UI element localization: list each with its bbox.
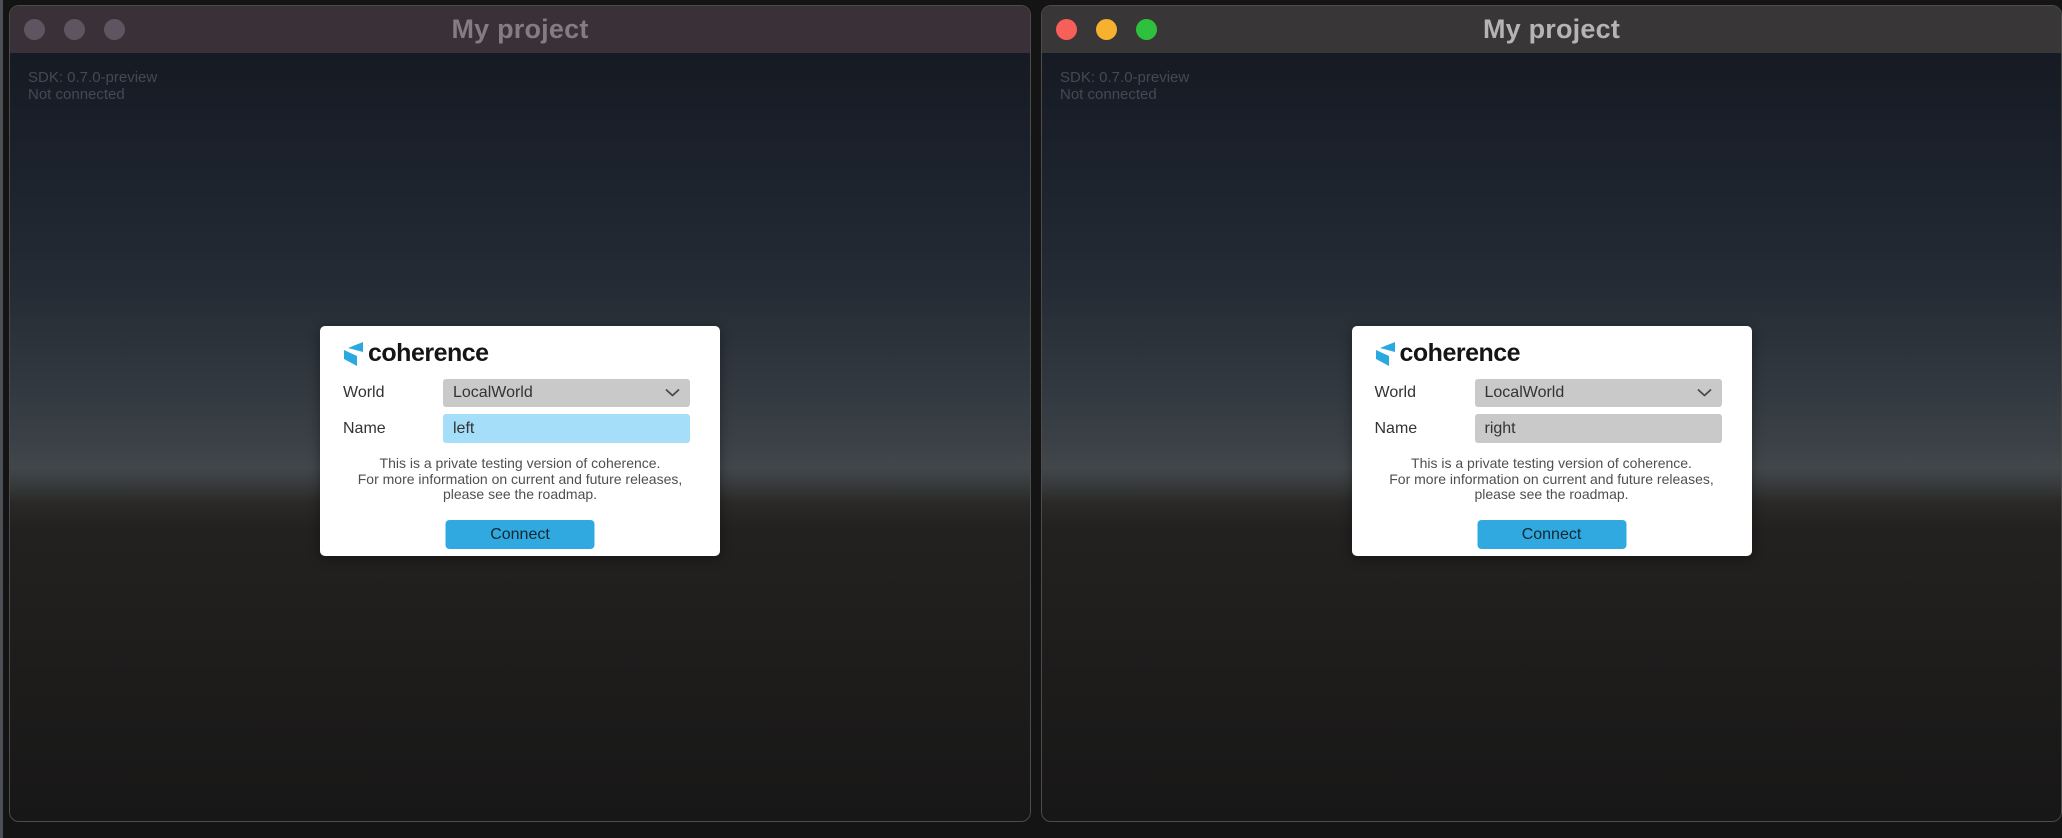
- chevron-down-icon: [665, 389, 680, 398]
- game-view: SDK: 0.7.0-preview Not connected coheren…: [1042, 53, 2061, 821]
- name-input[interactable]: [1475, 414, 1722, 443]
- traffic-lights: [1042, 19, 1157, 40]
- name-row: Name: [1352, 414, 1752, 443]
- world-select-value: LocalWorld: [453, 384, 533, 402]
- titlebar[interactable]: My project: [1042, 6, 2061, 53]
- zoom-button[interactable]: [1136, 19, 1157, 40]
- connect-button[interactable]: Connect: [1477, 520, 1626, 549]
- connect-dialog: coherence World LocalWorld Name This is …: [320, 326, 720, 556]
- world-select-value: LocalWorld: [1485, 384, 1565, 402]
- world-label: World: [1375, 384, 1417, 402]
- brand-name: coherence: [368, 339, 489, 368]
- connect-button[interactable]: Connect: [446, 520, 595, 549]
- zoom-button[interactable]: [104, 19, 125, 40]
- window-right: My project SDK: 0.7.0-preview Not connec…: [1041, 5, 2062, 822]
- minimize-button[interactable]: [64, 19, 85, 40]
- coherence-logo-icon: [1374, 342, 1396, 366]
- info-line: please see the roadmap.: [1352, 487, 1752, 503]
- game-view: SDK: 0.7.0-preview Not connected coheren…: [10, 53, 1030, 821]
- name-row: Name: [320, 414, 720, 443]
- name-input[interactable]: [443, 414, 690, 443]
- sdk-hud: SDK: 0.7.0-preview Not connected: [1060, 69, 1189, 103]
- world-select[interactable]: LocalWorld: [1475, 379, 1722, 407]
- name-label: Name: [343, 420, 386, 438]
- sdk-version-text: SDK: 0.7.0-preview: [1060, 69, 1189, 86]
- world-select[interactable]: LocalWorld: [443, 379, 690, 407]
- brand: coherence: [342, 339, 489, 368]
- brand: coherence: [1374, 339, 1521, 368]
- info-line: This is a private testing version of coh…: [320, 456, 720, 472]
- info-line: For more information on current and futu…: [1352, 472, 1752, 488]
- sdk-version-text: SDK: 0.7.0-preview: [28, 69, 157, 86]
- minimize-button[interactable]: [1096, 19, 1117, 40]
- info-line: please see the roadmap.: [320, 487, 720, 503]
- screen-edge-line: [0, 0, 3, 838]
- connect-dialog: coherence World LocalWorld Name This is …: [1352, 326, 1752, 556]
- info-line: For more information on current and futu…: [320, 472, 720, 488]
- traffic-lights: [10, 19, 125, 40]
- brand-name: coherence: [1400, 339, 1521, 368]
- name-label: Name: [1375, 420, 1418, 438]
- window-title: My project: [1042, 14, 2061, 45]
- coherence-logo-icon: [342, 342, 364, 366]
- sdk-hud: SDK: 0.7.0-preview Not connected: [28, 69, 157, 103]
- close-button[interactable]: [1056, 19, 1077, 40]
- world-row: World LocalWorld: [1352, 379, 1752, 407]
- world-label: World: [343, 384, 385, 402]
- window-title: My project: [10, 14, 1030, 45]
- info-text: This is a private testing version of coh…: [320, 456, 720, 503]
- connection-status-text: Not connected: [1060, 86, 1189, 103]
- info-text: This is a private testing version of coh…: [1352, 456, 1752, 503]
- titlebar[interactable]: My project: [10, 6, 1030, 53]
- world-row: World LocalWorld: [320, 379, 720, 407]
- close-button[interactable]: [24, 19, 45, 40]
- chevron-down-icon: [1697, 389, 1712, 398]
- window-left: My project SDK: 0.7.0-preview Not connec…: [9, 5, 1031, 822]
- info-line: This is a private testing version of coh…: [1352, 456, 1752, 472]
- connection-status-text: Not connected: [28, 86, 157, 103]
